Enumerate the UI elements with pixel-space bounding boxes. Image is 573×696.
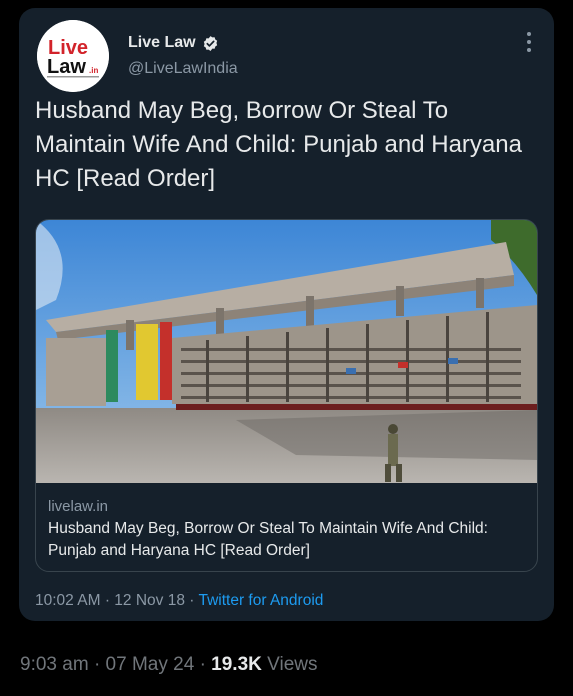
author-handle[interactable]: @LiveLawIndia <box>128 60 238 78</box>
separator-dot: · <box>93 654 106 675</box>
post-time[interactable]: 9:03 am <box>20 654 89 675</box>
livelaw-logo: Live Law .in <box>37 20 109 92</box>
more-options-icon[interactable] <box>526 32 532 54</box>
post-date[interactable]: 07 May 24 <box>106 654 195 675</box>
author-avatar[interactable]: Live Law .in <box>37 20 109 92</box>
separator-dot: · <box>104 592 115 609</box>
verified-badge-icon <box>203 35 217 51</box>
logo-suffix: .in <box>89 66 98 75</box>
link-title: Husband May Beg, Borrow Or Steal To Main… <box>48 520 488 559</box>
tweet-text: Husband May Beg, Borrow Or Steal To Main… <box>35 97 522 192</box>
link-preview-image <box>36 220 537 483</box>
link-domain: livelaw.in <box>48 498 109 515</box>
tweet-date[interactable]: 12 Nov 18 <box>114 592 185 609</box>
link-preview-card[interactable]: livelaw.in Husband May Beg, Borrow Or St… <box>35 219 538 572</box>
views-label: Views <box>267 654 318 675</box>
tweet-time[interactable]: 10:02 AM <box>35 592 101 609</box>
tweet-source[interactable]: Twitter for Android <box>198 592 323 609</box>
post-footer: 9:03 am · 07 May 24 · 19.3K Views <box>20 654 318 676</box>
author-name-text[interactable]: Live Law <box>128 34 196 52</box>
author-name[interactable]: Live Law <box>128 34 219 52</box>
views-count: 19.3K <box>211 654 262 675</box>
separator-dot: · <box>199 654 212 675</box>
tweet-meta: 10:02 AM · 12 Nov 18 · Twitter for Andro… <box>35 592 323 610</box>
quoted-tweet-card[interactable]: Live Law .in Live Law @LiveLawIndia Husb… <box>19 8 554 621</box>
logo-line2: Law <box>47 56 86 78</box>
